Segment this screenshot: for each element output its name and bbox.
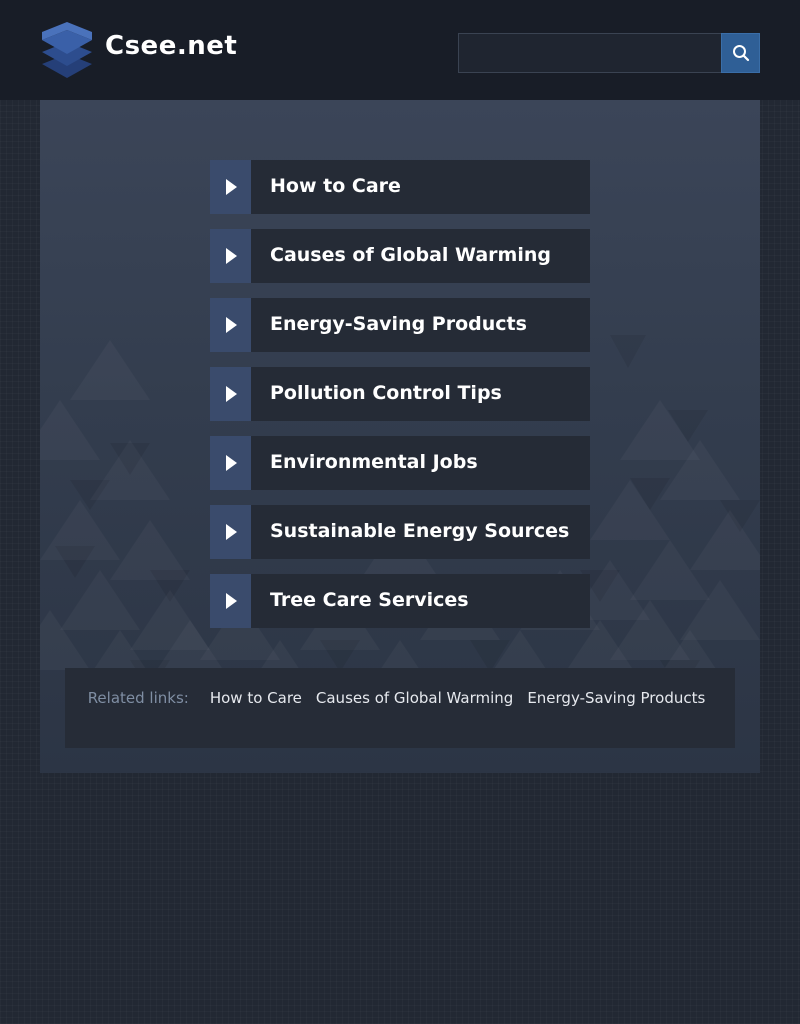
- search-button[interactable]: [721, 33, 760, 73]
- play-triangle-icon: [210, 229, 251, 283]
- magnifier-icon: [732, 45, 749, 62]
- site-name: Csee.net: [105, 31, 238, 61]
- menu-item-sustainable-energy-sources[interactable]: Sustainable Energy Sources: [210, 505, 590, 559]
- menu-item-energy-saving-products[interactable]: Energy-Saving Products: [210, 298, 590, 352]
- menu-item-causes-of-global-warming[interactable]: Causes of Global Warming: [210, 229, 590, 283]
- related-link-how-to-care[interactable]: How to Care: [210, 689, 302, 707]
- main-content: How to Care Causes of Global Warming Ene…: [40, 100, 760, 773]
- menu-item-environmental-jobs[interactable]: Environmental Jobs: [210, 436, 590, 490]
- menu-item-pollution-control-tips[interactable]: Pollution Control Tips: [210, 367, 590, 421]
- search-input[interactable]: [458, 33, 722, 73]
- related-link-causes-of-global-warming[interactable]: Causes of Global Warming: [316, 689, 513, 707]
- play-triangle-icon: [210, 505, 251, 559]
- menu-item-label: How to Care: [270, 175, 401, 197]
- menu-item-label: Energy-Saving Products: [270, 313, 527, 335]
- stacked-layers-icon: [42, 22, 92, 78]
- related-links-label: Related links:: [87, 689, 189, 707]
- related-links-box: Related links: How to Care Causes of Globa…: [65, 668, 735, 748]
- menu-item-label: Sustainable Energy Sources: [270, 520, 570, 542]
- menu-item-label: Causes of Global Warming: [270, 244, 551, 266]
- site-header: Csee.net: [0, 0, 800, 100]
- related-links-row: Related links: How to Care Causes of Globa…: [65, 688, 735, 708]
- play-triangle-icon: [210, 574, 251, 628]
- menu-item-label: Pollution Control Tips: [270, 382, 502, 404]
- play-triangle-icon: [210, 298, 251, 352]
- site-logo[interactable]: Csee.net: [40, 20, 237, 80]
- play-triangle-icon: [210, 436, 251, 490]
- search-bar: [458, 33, 760, 73]
- play-triangle-icon: [210, 160, 251, 214]
- menu-item-label: Tree Care Services: [270, 589, 469, 611]
- play-triangle-icon: [210, 367, 251, 421]
- related-link-energy-saving-products[interactable]: Energy-Saving Products: [527, 689, 705, 707]
- menu-item-how-to-care[interactable]: How to Care: [210, 160, 590, 214]
- menu-item-tree-care-services[interactable]: Tree Care Services: [210, 574, 590, 628]
- menu-item-label: Environmental Jobs: [270, 451, 478, 473]
